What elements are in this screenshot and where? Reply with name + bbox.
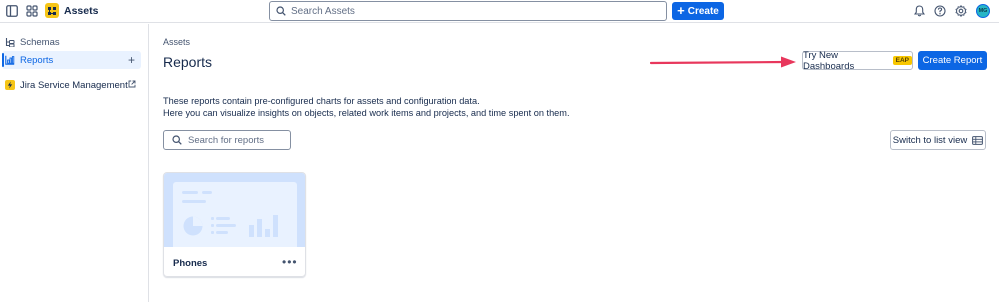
reports-description: These reports contain pre-configured cha… bbox=[163, 95, 570, 119]
app-switcher-icon[interactable] bbox=[25, 4, 39, 18]
report-card-title: Phones bbox=[173, 258, 208, 269]
description-line: These reports contain pre-configured cha… bbox=[163, 96, 480, 106]
top-navigation: Assets Search Assets + Create MG bbox=[0, 0, 999, 23]
sidebar-item-label: Schemas bbox=[20, 36, 60, 48]
app-name[interactable]: Assets bbox=[64, 5, 98, 17]
assets-logo-icon[interactable] bbox=[45, 3, 59, 18]
list-view-label: Switch to list view bbox=[892, 134, 968, 146]
try-dashboards-label: Try New Dashboards bbox=[803, 49, 855, 72]
add-report-plus-icon[interactable]: + bbox=[128, 53, 135, 67]
settings-gear-icon[interactable] bbox=[954, 4, 968, 18]
report-card-thumbnail bbox=[164, 173, 305, 247]
global-search-input[interactable]: Search Assets bbox=[269, 1, 667, 21]
try-new-dashboards-button[interactable]: Try New Dashboards EAP bbox=[802, 49, 913, 72]
sidebar-item-jira-service-management[interactable]: Jira Service Management bbox=[2, 76, 141, 94]
switch-to-list-view-button[interactable]: Switch to list view bbox=[890, 130, 986, 150]
more-actions-icon[interactable]: ••• bbox=[282, 255, 298, 269]
hierarchy-icon bbox=[5, 37, 15, 47]
sidebar-toggle-icon[interactable] bbox=[5, 4, 19, 18]
plus-icon: + bbox=[677, 3, 685, 18]
search-placeholder: Search Assets bbox=[291, 5, 355, 17]
table-list-icon bbox=[972, 135, 984, 145]
page-title: Reports bbox=[163, 54, 213, 70]
sidebar-item-schemas[interactable]: Schemas bbox=[2, 33, 141, 51]
breadcrumb[interactable]: Assets bbox=[163, 37, 190, 47]
sidebar-item-label: Jira Service Management bbox=[20, 79, 128, 91]
create-report-button[interactable]: Create Report bbox=[918, 51, 987, 70]
report-search-input[interactable]: Search for reports bbox=[163, 130, 291, 150]
red-arrow-annotation bbox=[650, 56, 796, 68]
external-link-icon[interactable] bbox=[128, 80, 136, 91]
eap-badge: EAP bbox=[892, 56, 912, 65]
chart-placeholder-icon bbox=[182, 191, 278, 237]
sidebar-item-label: Reports bbox=[20, 54, 54, 66]
jsm-bolt-icon bbox=[5, 80, 15, 90]
create-label: Create bbox=[687, 5, 719, 17]
bar-chart-icon bbox=[5, 55, 15, 65]
report-preview-illustration bbox=[173, 182, 297, 247]
user-avatar[interactable]: MG bbox=[976, 4, 990, 18]
search-icon bbox=[172, 135, 182, 145]
report-search-placeholder: Search for reports bbox=[188, 134, 265, 146]
help-icon[interactable] bbox=[933, 4, 947, 18]
create-button[interactable]: + Create bbox=[672, 2, 724, 20]
description-line: Here you can visualize insights on objec… bbox=[163, 108, 570, 118]
report-card[interactable]: Phones ••• bbox=[163, 172, 306, 277]
notifications-bell-icon[interactable] bbox=[912, 4, 926, 18]
sidebar: Schemas Reports + Jira Service Managemen… bbox=[0, 24, 149, 302]
sidebar-item-reports[interactable]: Reports + bbox=[2, 51, 141, 69]
search-icon bbox=[276, 6, 286, 16]
